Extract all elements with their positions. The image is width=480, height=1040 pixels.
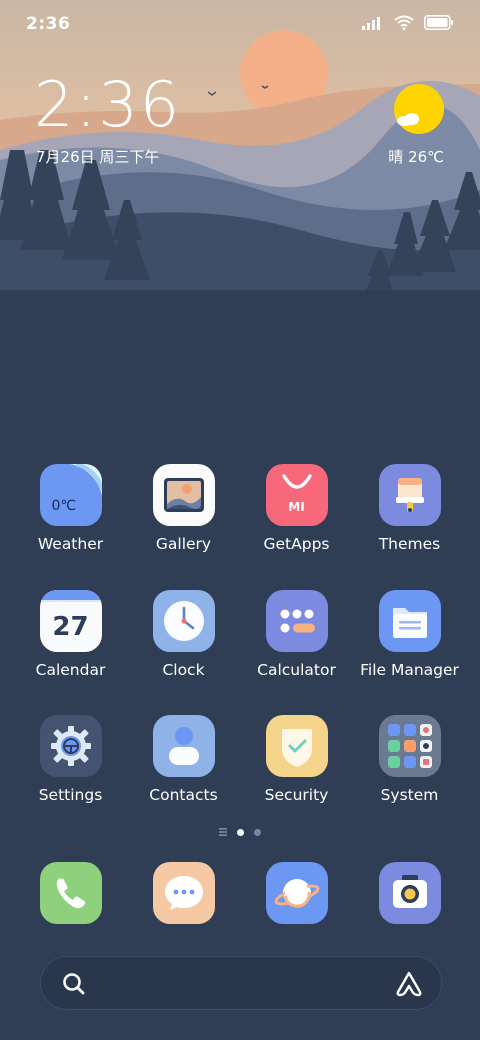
cloud-icon — [397, 113, 419, 126]
search-bar[interactable] — [40, 956, 442, 1010]
clock-icon — [152, 590, 215, 652]
shield-icon — [265, 715, 328, 777]
planet-icon — [265, 862, 328, 924]
status-bar: 2:36 — [0, 0, 480, 50]
app-label: Settings — [38, 786, 103, 804]
weather-icon: 0℃ — [39, 464, 102, 526]
app-label: System — [380, 786, 439, 804]
battery-icon — [424, 15, 453, 30]
message-icon — [152, 862, 215, 924]
gear-icon — [39, 715, 102, 777]
status-icons — [362, 15, 454, 30]
weather-summary: 晴 26℃ — [388, 148, 444, 166]
app-label: Contacts — [149, 786, 218, 804]
calendar-icon: 27 — [39, 590, 102, 652]
app-label: Themes — [378, 535, 441, 553]
getapps-icon-logo: MI — [288, 500, 305, 514]
gallery-icon — [152, 464, 215, 526]
dock-camera[interactable] — [353, 862, 466, 924]
system-folder-icon — [378, 715, 441, 777]
app-security[interactable]: Security — [240, 715, 353, 804]
page-list-icon — [219, 828, 227, 836]
weather-widget[interactable]: 晴 26℃ — [364, 84, 444, 168]
app-system-folder[interactable]: System — [353, 715, 466, 804]
folder-icon — [378, 590, 441, 652]
app-label: Gallery — [155, 535, 212, 553]
page-dot — [254, 828, 261, 836]
app-file-manager[interactable]: File Manager — [353, 590, 466, 679]
lockscreen-clock: 2:36 — [34, 68, 182, 141]
camera-icon — [378, 862, 441, 924]
app-clock[interactable]: Clock — [127, 590, 240, 679]
calculator-icon — [265, 590, 328, 652]
app-label: File Manager — [360, 661, 459, 679]
search-icon — [63, 973, 85, 995]
getapps-icon: MI — [265, 464, 328, 526]
sun-icon — [394, 84, 444, 134]
page-dot-active — [237, 828, 244, 836]
status-time: 2:36 — [26, 14, 71, 34]
signal-icon — [362, 16, 380, 30]
app-label: GetApps — [263, 535, 330, 553]
app-gallery[interactable]: Gallery — [127, 464, 240, 553]
app-themes[interactable]: Themes — [353, 464, 466, 553]
page-indicator[interactable] — [0, 828, 480, 836]
app-contacts[interactable]: Contacts — [127, 715, 240, 804]
dock-phone[interactable] — [14, 862, 127, 924]
app-label: Calendar — [35, 661, 106, 679]
calendar-icon-day: 27 — [52, 612, 89, 642]
weather-icon-temp: 0℃ — [51, 498, 77, 514]
app-settings[interactable]: Settings — [14, 715, 127, 804]
app-label: Calculator — [257, 661, 336, 679]
dock-messages[interactable] — [127, 862, 240, 924]
contacts-icon — [152, 715, 215, 777]
themes-icon — [378, 464, 441, 526]
assistant-icon[interactable] — [395, 970, 423, 998]
wifi-icon — [394, 15, 414, 30]
app-label: Clock — [162, 661, 205, 679]
app-weather[interactable]: 0℃ Weather — [14, 464, 127, 553]
app-label: Weather — [37, 535, 104, 553]
app-label: Security — [264, 786, 329, 804]
app-calculator[interactable]: Calculator — [240, 590, 353, 679]
dock-browser[interactable] — [240, 862, 353, 924]
phone-icon — [39, 862, 102, 924]
app-getapps[interactable]: MI GetApps — [240, 464, 353, 553]
app-calendar[interactable]: 27 Calendar — [14, 590, 127, 679]
lockscreen-date: 7月26日 周三下午 — [36, 148, 160, 166]
